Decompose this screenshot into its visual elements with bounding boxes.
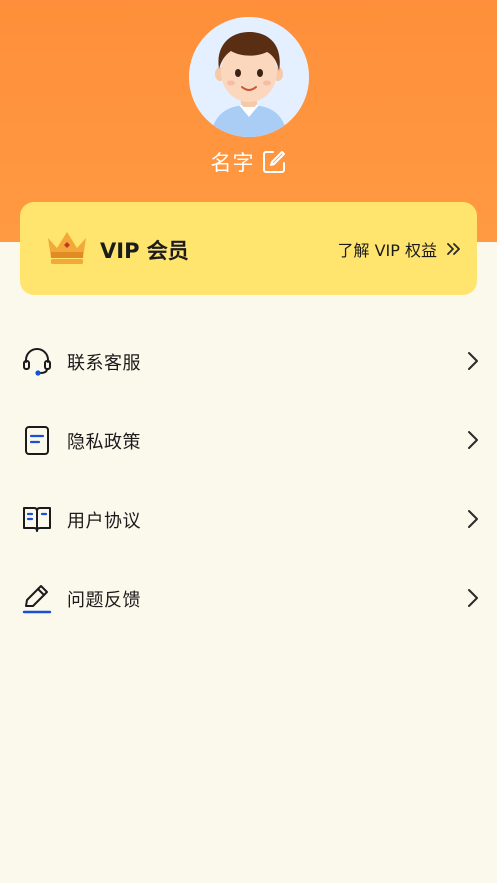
menu-item-feedback[interactable]: 问题反馈: [0, 559, 497, 638]
book-icon: [21, 503, 53, 535]
edit-icon[interactable]: [261, 149, 287, 175]
pen-icon: [21, 582, 53, 614]
user-name: 名字: [210, 151, 255, 175]
vip-benefits-link[interactable]: 了解 VIP 权益: [338, 237, 462, 261]
menu-label: 用户协议: [67, 511, 141, 532]
profile-page: 名字 VIP 会员 了解 VIP 权益 联系客服 隐私政策 用户协议 问题反馈: [0, 0, 497, 883]
chevron-right-icon: [463, 508, 483, 530]
settings-menu: 联系客服 隐私政策 用户协议 问题反馈: [0, 322, 497, 638]
menu-label: 联系客服: [67, 353, 141, 374]
menu-item-user-agreement[interactable]: 用户协议: [0, 480, 497, 559]
chevron-right-icon: [463, 587, 483, 609]
crown-icon: [46, 226, 88, 268]
menu-label: 隐私政策: [67, 432, 141, 453]
name-row: 名字: [0, 146, 497, 178]
chevron-right-icon: [463, 429, 483, 451]
chevron-right-icon: [463, 350, 483, 372]
menu-item-privacy-policy[interactable]: 隐私政策: [0, 401, 497, 480]
avatar[interactable]: [189, 17, 309, 137]
vip-benefits-label: 了解 VIP 权益: [337, 241, 438, 260]
avatar-illustration: [189, 17, 309, 137]
vip-card[interactable]: VIP 会员 了解 VIP 权益: [20, 202, 477, 295]
menu-item-customer-service[interactable]: 联系客服: [0, 322, 497, 401]
double-chevron-right-icon: [445, 241, 461, 257]
menu-label: 问题反馈: [67, 590, 141, 611]
document-icon: [21, 424, 53, 456]
headset-icon: [21, 345, 53, 377]
vip-title: VIP 会员: [100, 239, 189, 263]
